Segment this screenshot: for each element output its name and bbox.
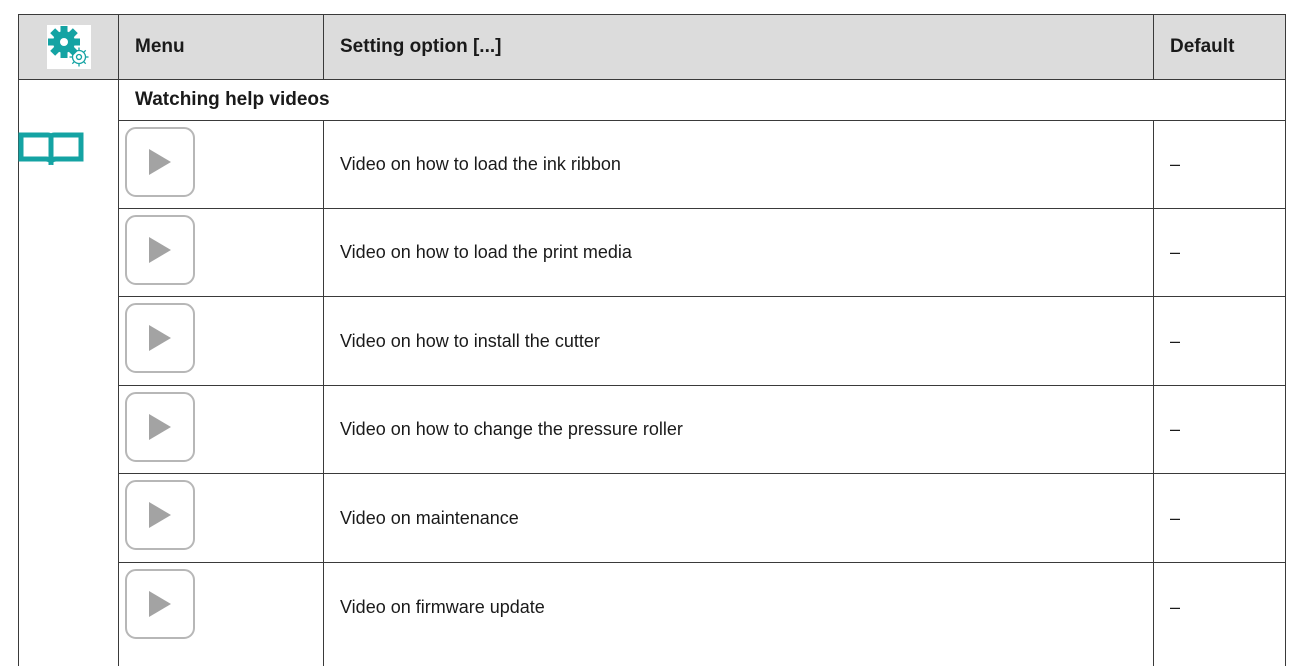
settings-table: Menu Setting option [...] Default Watchi… (0, 0, 1295, 666)
play-video-button[interactable] (125, 303, 195, 373)
play-icon (149, 149, 171, 175)
play-video-button[interactable] (125, 392, 195, 462)
video-title[interactable]: Video on how to install the cutter (323, 296, 1154, 386)
play-icon (149, 414, 171, 440)
column-header-setting-option: Setting option [...] (323, 14, 1154, 80)
play-button-cell (118, 385, 324, 474)
play-button-cell (118, 120, 324, 209)
section-icon-cell (18, 79, 119, 666)
play-video-button[interactable] (125, 215, 195, 285)
gear-settings-icon (46, 25, 91, 69)
default-value: – (1153, 473, 1286, 563)
play-button-cell (118, 562, 324, 666)
play-button-cell (118, 208, 324, 297)
default-value: – (1153, 120, 1286, 209)
video-title[interactable]: Video on maintenance (323, 473, 1154, 563)
play-video-button[interactable] (125, 569, 195, 639)
header-icon-cell (18, 14, 119, 80)
default-value: – (1153, 385, 1286, 474)
play-button-cell (118, 296, 324, 386)
video-title[interactable]: Video on how to change the pressure roll… (323, 385, 1154, 474)
video-title[interactable]: Video on how to load the ink ribbon (323, 120, 1154, 209)
section-title: Watching help videos (118, 79, 1286, 121)
play-video-button[interactable] (125, 480, 195, 550)
video-title[interactable]: Video on how to load the print media (323, 208, 1154, 297)
video-title[interactable]: Video on firmware update (323, 562, 1154, 666)
play-button-cell (118, 473, 324, 563)
default-value: – (1153, 562, 1286, 666)
play-icon (149, 502, 171, 528)
column-header-default: Default (1153, 14, 1286, 80)
play-icon (149, 325, 171, 351)
book-icon (18, 132, 84, 165)
play-video-button[interactable] (125, 127, 195, 197)
play-icon (149, 591, 171, 617)
default-value: – (1153, 208, 1286, 297)
column-header-menu: Menu (118, 14, 324, 80)
play-icon (149, 237, 171, 263)
default-value: – (1153, 296, 1286, 386)
